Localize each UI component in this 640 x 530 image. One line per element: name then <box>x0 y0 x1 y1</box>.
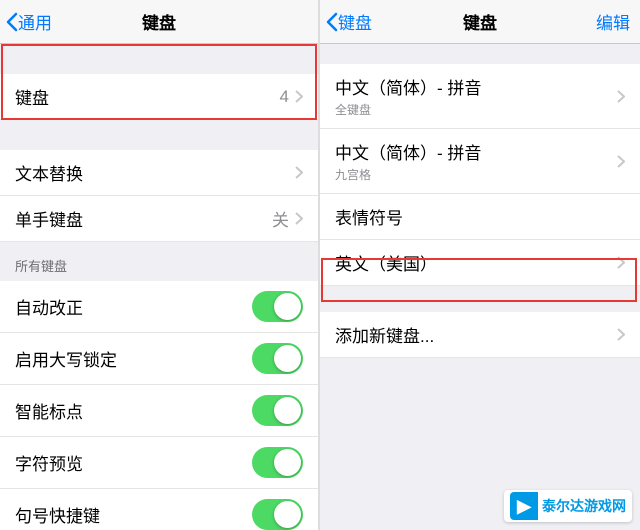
back-label: 通用 <box>18 9 52 34</box>
toggle-row[interactable]: 句号快捷键 <box>0 489 318 530</box>
row-label: 自动改正 <box>15 294 83 319</box>
watermark: ▶ 泰尔达游戏网 <box>504 490 632 522</box>
keyboards-row[interactable]: 键盘 4 <box>0 74 318 120</box>
watermark-text: 泰尔达游戏网 <box>542 496 626 516</box>
row-label: 中文（简体）- 拼音 <box>335 74 481 99</box>
toggle-row[interactable]: 字符预览 <box>0 437 318 489</box>
chevron-right-icon <box>617 155 625 168</box>
row-value: 关 <box>272 206 289 231</box>
one-handed-row[interactable]: 单手键盘 关 <box>0 196 318 242</box>
section-header-all: 所有键盘 <box>0 242 318 281</box>
watermark-icon: ▶ <box>510 492 538 520</box>
switch-on[interactable] <box>252 395 303 426</box>
keyboard-item[interactable]: 英文（美国） <box>320 240 640 286</box>
nav-title: 键盘 <box>142 9 176 34</box>
nav-title: 键盘 <box>463 9 497 34</box>
row-value: 4 <box>280 87 289 107</box>
chevron-right-icon <box>617 90 625 103</box>
chevron-right-icon <box>295 166 303 179</box>
chevron-right-icon <box>295 90 303 103</box>
switch-on[interactable] <box>252 291 303 322</box>
toggle-row[interactable]: 启用大写锁定 <box>0 333 318 385</box>
row-label: 键盘 <box>15 84 49 109</box>
row-label: 字符预览 <box>15 450 83 475</box>
back-button[interactable]: 键盘 <box>320 9 372 34</box>
row-label: 启用大写锁定 <box>15 346 117 371</box>
row-label: 句号快捷键 <box>15 502 100 527</box>
text-replacement-row[interactable]: 文本替换 <box>0 150 318 196</box>
switch-on[interactable] <box>252 447 303 478</box>
keyboard-item[interactable]: 中文（简体）- 拼音 全键盘 <box>320 64 640 129</box>
chevron-right-icon <box>617 328 625 341</box>
chevron-right-icon <box>617 256 625 269</box>
keyboard-item[interactable]: 表情符号 <box>320 194 640 240</box>
chevron-left-icon <box>326 12 338 32</box>
row-label: 添加新键盘... <box>335 322 434 347</box>
row-sublabel: 九宫格 <box>335 166 481 183</box>
keyboard-item[interactable]: 中文（简体）- 拼音 九宫格 <box>320 129 640 194</box>
switch-on[interactable] <box>252 499 303 530</box>
add-keyboard-row[interactable]: 添加新键盘... <box>320 312 640 358</box>
navbar-right: 键盘 键盘 编辑 <box>320 0 640 44</box>
row-label: 文本替换 <box>15 160 83 185</box>
row-label: 英文（美国） <box>335 250 437 275</box>
row-label: 单手键盘 <box>15 206 83 231</box>
chevron-left-icon <box>6 12 18 32</box>
toggle-row[interactable]: 自动改正 <box>0 281 318 333</box>
navbar-left: 通用 键盘 <box>0 0 318 44</box>
row-label: 中文（简体）- 拼音 <box>335 139 481 164</box>
back-label: 键盘 <box>338 9 372 34</box>
row-label: 表情符号 <box>335 204 403 229</box>
row-sublabel: 全键盘 <box>335 101 481 118</box>
switch-on[interactable] <box>252 343 303 374</box>
toggle-row[interactable]: 智能标点 <box>0 385 318 437</box>
back-button[interactable]: 通用 <box>0 9 52 34</box>
chevron-right-icon <box>295 212 303 225</box>
row-label: 智能标点 <box>15 398 83 423</box>
edit-button[interactable]: 编辑 <box>596 9 630 34</box>
